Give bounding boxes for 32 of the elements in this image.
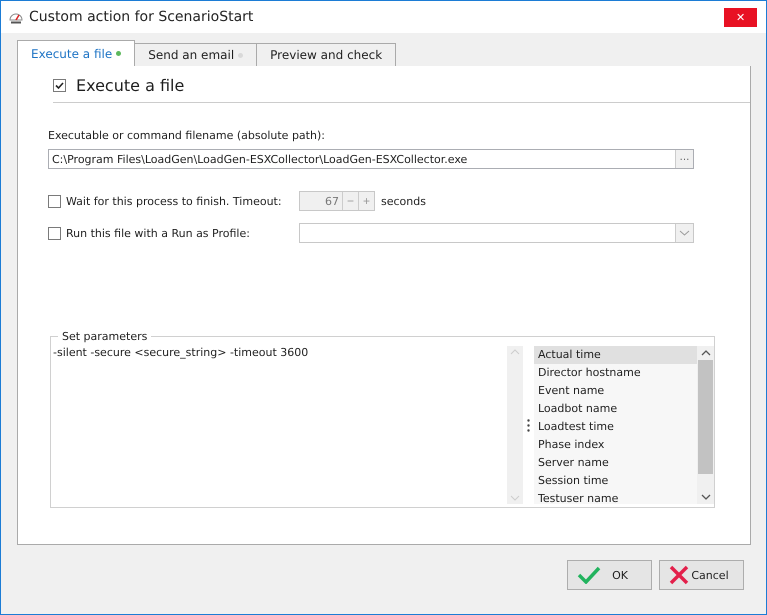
splitter-handle-icon bbox=[527, 418, 530, 432]
window-title: Custom action for ScenarioStart bbox=[29, 9, 254, 25]
cancel-button[interactable]: Cancel bbox=[659, 560, 744, 590]
ok-button[interactable]: OK bbox=[567, 560, 652, 590]
browse-button[interactable]: ··· bbox=[675, 150, 693, 168]
unit-label: seconds bbox=[381, 194, 426, 208]
checkbox[interactable] bbox=[48, 226, 61, 240]
scrollbar-thumb[interactable] bbox=[698, 360, 713, 474]
variable-item[interactable]: Server name bbox=[534, 454, 697, 472]
variable-item[interactable]: Loadtest time bbox=[534, 418, 697, 436]
variable-item[interactable]: Event name bbox=[534, 382, 697, 400]
variable-item[interactable]: Director hostname bbox=[534, 364, 697, 382]
variable-item[interactable]: Actual time bbox=[534, 346, 697, 364]
close-button[interactable]: ✕ bbox=[724, 8, 757, 26]
checkbox-label: Run this file with a Run as Profile: bbox=[66, 226, 250, 240]
filename-field[interactable]: C:\Program Files\LoadGen\LoadGen-ESXCollector\LoadGen-ESXCollector.exe ··· bbox=[48, 149, 694, 169]
variable-item[interactable]: Loadbot name bbox=[534, 400, 697, 418]
cross-icon bbox=[669, 565, 689, 585]
tab[interactable]: Execute a file bbox=[17, 40, 136, 66]
check-icon bbox=[577, 566, 601, 584]
variable-item[interactable]: Phase index bbox=[534, 436, 697, 454]
field-label: Executable or command filename (absolute path): bbox=[48, 129, 326, 142]
checkbox[interactable] bbox=[53, 78, 66, 92]
chevron-down-icon bbox=[675, 224, 693, 242]
checkbox-label: Wait for this process to finish. Timeout: bbox=[66, 194, 282, 208]
checkbox[interactable] bbox=[48, 194, 61, 208]
section-title: Execute a file bbox=[76, 76, 184, 94]
variable-item[interactable]: Testuser name bbox=[534, 490, 697, 504]
group-title: Set parameters bbox=[61, 330, 148, 343]
variable-item[interactable]: Session time bbox=[534, 472, 697, 490]
tab[interactable]: Preview and check bbox=[256, 43, 396, 66]
parameters-field[interactable]: -silent -secure <secure_string> -timeout 3600 bbox=[51, 343, 507, 507]
